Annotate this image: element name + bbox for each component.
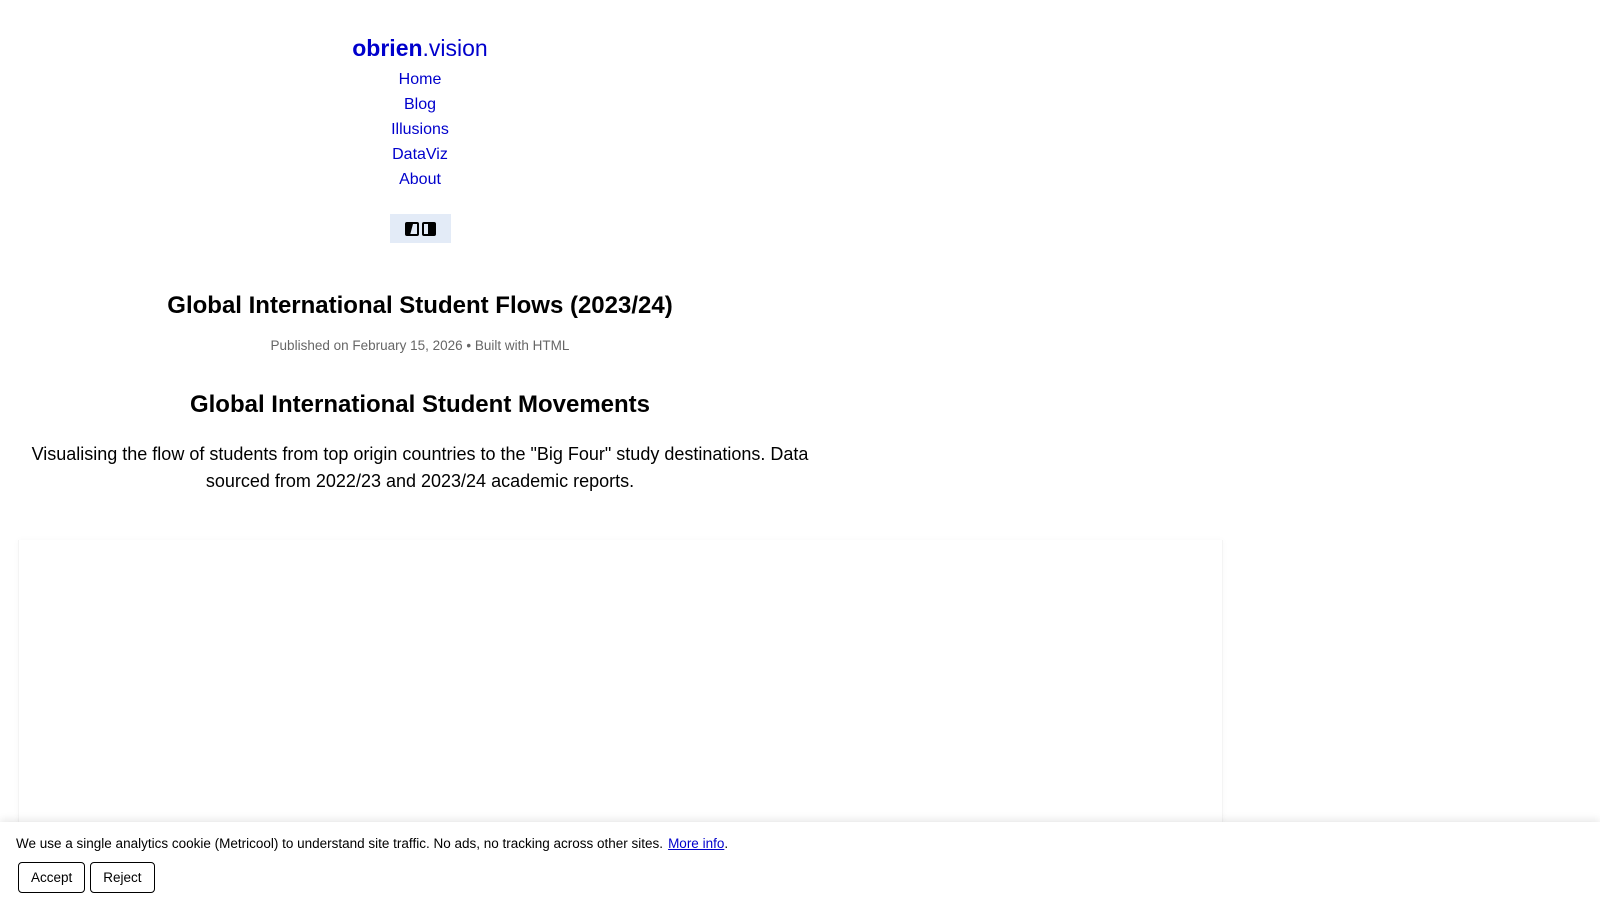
nav-illusions[interactable]: Illusions	[391, 121, 449, 138]
cookie-message: We use a single analytics cookie (Metric…	[16, 836, 664, 851]
nav-about[interactable]: About	[399, 171, 441, 188]
nav-home[interactable]: Home	[399, 71, 442, 88]
contrast-light-icon	[421, 221, 436, 236]
cookie-buttons: Accept Reject	[18, 862, 1600, 893]
page: obrien.vision Home Blog Illusions DataVi…	[0, 0, 1600, 900]
site-header: obrien.vision Home Blog Illusions DataVi…	[0, 0, 840, 243]
theme-toggle-button[interactable]	[389, 214, 451, 243]
post-title: Global International Student Flows (2023…	[167, 292, 673, 319]
brand-bold: obrien	[352, 35, 423, 61]
viz-description: Visualising the flow of students from to…	[31, 444, 809, 491]
reject-button[interactable]: Reject	[90, 862, 155, 893]
main-nav: Home Blog Illusions DataViz About	[0, 67, 840, 192]
accept-button[interactable]: Accept	[18, 862, 86, 893]
cookie-more-info-link[interactable]: More info	[668, 836, 724, 851]
cookie-banner: We use a single analytics cookie (Metric…	[0, 822, 1600, 900]
post-meta: Published on February 15, 2026 • Built w…	[270, 338, 570, 353]
site-logo-link[interactable]: obrien.vision	[352, 33, 487, 63]
nav-blog[interactable]: Blog	[404, 96, 436, 113]
cookie-trailing: .	[724, 836, 729, 851]
article-header: Global International Student Flows (2023…	[0, 290, 840, 495]
nav-dataviz[interactable]: DataViz	[392, 146, 448, 163]
brand-rest: .vision	[422, 35, 488, 61]
section-title: Global International Student Movements	[189, 391, 651, 418]
cookie-text-row: We use a single analytics cookie (Metric…	[16, 835, 1600, 853]
contrast-dark-icon	[404, 221, 419, 236]
